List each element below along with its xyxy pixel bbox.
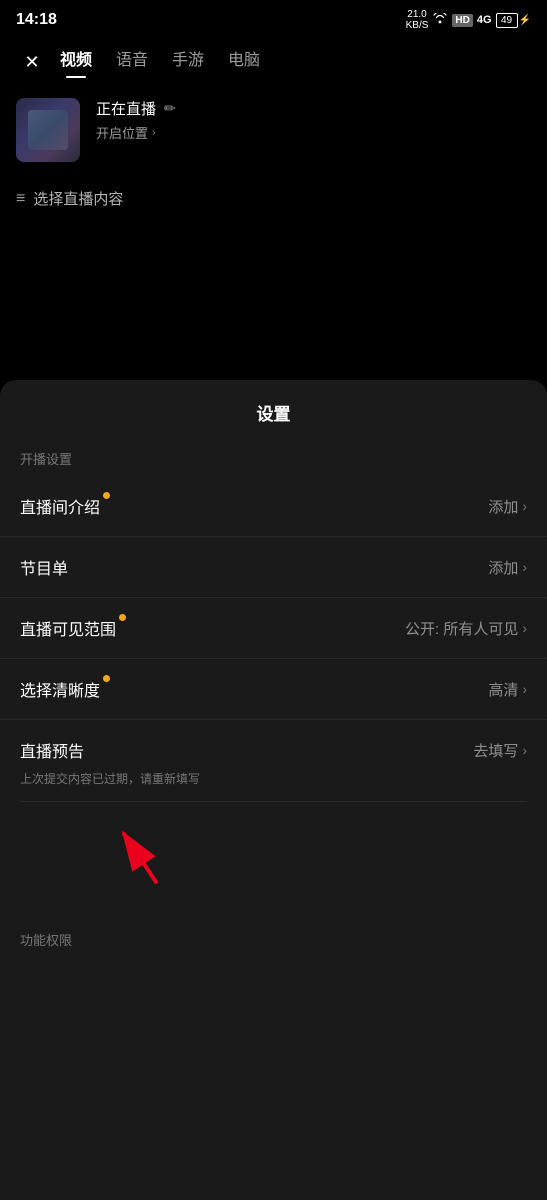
signal-icon: 4G bbox=[477, 14, 492, 26]
settings-item-right: 高清 › bbox=[488, 679, 527, 700]
select-content-label: 选择直播内容 bbox=[33, 188, 123, 209]
select-content-button[interactable]: ≡ 选择直播内容 bbox=[0, 172, 547, 209]
close-icon: ✕ bbox=[24, 52, 39, 73]
profile-info: 正在直播 ✏ 开启位置 › bbox=[96, 98, 176, 142]
playlist-label: 节目单 bbox=[20, 555, 68, 579]
room-intro-label: 直播间介绍 bbox=[20, 494, 100, 518]
visibility-label: 直播可见范围 bbox=[20, 616, 116, 640]
live-status-text: 正在直播 bbox=[96, 98, 156, 119]
settings-item-right: 添加 › bbox=[488, 496, 527, 517]
section-permissions-title: 功能权限 bbox=[0, 922, 547, 957]
room-intro-chevron-icon: › bbox=[522, 498, 527, 514]
settings-panel: 设置 开播设置 直播间介绍 添加 › 节目单 添加 › bbox=[0, 380, 547, 1200]
visibility-value: 公开: 所有人可见 bbox=[405, 618, 518, 639]
live-status: 正在直播 ✏ bbox=[96, 98, 176, 119]
location-button[interactable]: 开启位置 › bbox=[96, 123, 176, 142]
settings-item-right: 添加 › bbox=[488, 557, 527, 578]
settings-item-left: 直播预告 bbox=[20, 738, 84, 762]
settings-item-visibility[interactable]: 直播可见范围 公开: 所有人可见 › bbox=[0, 598, 547, 659]
profile-section: 正在直播 ✏ 开启位置 › bbox=[0, 78, 547, 172]
settings-list: 直播间介绍 添加 › 节目单 添加 › 直播可见范围 bbox=[0, 476, 547, 802]
section-broadcast-title: 开播设置 bbox=[0, 441, 547, 476]
preview-value: 去填写 bbox=[473, 740, 518, 761]
avatar bbox=[16, 98, 80, 162]
list-icon: ≡ bbox=[16, 190, 25, 208]
quality-label: 选择清晰度 bbox=[20, 677, 100, 701]
dot-indicator-room-intro bbox=[103, 492, 110, 499]
wifi-icon bbox=[432, 13, 448, 28]
settings-title: 设置 bbox=[0, 380, 547, 441]
dot-indicator-visibility bbox=[119, 614, 126, 621]
quality-value: 高清 bbox=[488, 679, 518, 700]
status-time: 14:18 bbox=[16, 11, 57, 29]
red-arrow-indicator bbox=[90, 810, 190, 890]
location-chevron-icon: › bbox=[152, 127, 156, 139]
tab-items: 视频 语音 手游 电脑 bbox=[60, 46, 260, 78]
settings-item-left: 选择清晰度 bbox=[20, 677, 100, 701]
tab-voice[interactable]: 语音 bbox=[116, 46, 148, 78]
tab-mobile-game[interactable]: 手游 bbox=[172, 46, 204, 78]
settings-item-left: 直播间介绍 bbox=[20, 494, 100, 518]
dot-indicator-quality bbox=[103, 675, 110, 682]
status-bar: 14:18 21.0KB/S HD 4G 49 ⚡ bbox=[0, 0, 547, 36]
network-speed-icon: 21.0KB/S bbox=[406, 9, 429, 31]
location-text: 开启位置 bbox=[96, 123, 148, 142]
hd-badge: HD bbox=[452, 14, 472, 27]
settings-item-right: 公开: 所有人可见 › bbox=[405, 618, 527, 639]
close-button[interactable]: ✕ bbox=[16, 46, 48, 78]
playlist-chevron-icon: › bbox=[522, 559, 527, 575]
playlist-value: 添加 bbox=[488, 557, 518, 578]
tab-pc[interactable]: 电脑 bbox=[228, 46, 260, 78]
settings-item-right: 去填写 › bbox=[473, 740, 527, 761]
settings-item-left: 直播可见范围 bbox=[20, 616, 116, 640]
settings-item-quality[interactable]: 选择清晰度 高清 › bbox=[0, 659, 547, 720]
status-icons: 21.0KB/S HD 4G 49 ⚡ bbox=[406, 9, 531, 31]
settings-item-playlist[interactable]: 节目单 添加 › bbox=[0, 537, 547, 598]
settings-item-room-intro[interactable]: 直播间介绍 添加 › bbox=[0, 476, 547, 537]
tab-video[interactable]: 视频 bbox=[60, 46, 92, 78]
preview-chevron-icon: › bbox=[522, 742, 527, 758]
settings-item-left: 节目单 bbox=[20, 555, 68, 579]
room-intro-value: 添加 bbox=[488, 496, 518, 517]
battery-icon: 49 ⚡ bbox=[496, 13, 531, 28]
visibility-chevron-icon: › bbox=[522, 620, 527, 636]
preview-label: 直播预告 bbox=[20, 738, 84, 762]
tab-bar: ✕ 视频 语音 手游 电脑 bbox=[0, 36, 547, 78]
quality-chevron-icon: › bbox=[522, 681, 527, 697]
settings-item-preview[interactable]: 直播预告 去填写 › bbox=[0, 720, 547, 780]
edit-icon[interactable]: ✏ bbox=[164, 100, 176, 117]
